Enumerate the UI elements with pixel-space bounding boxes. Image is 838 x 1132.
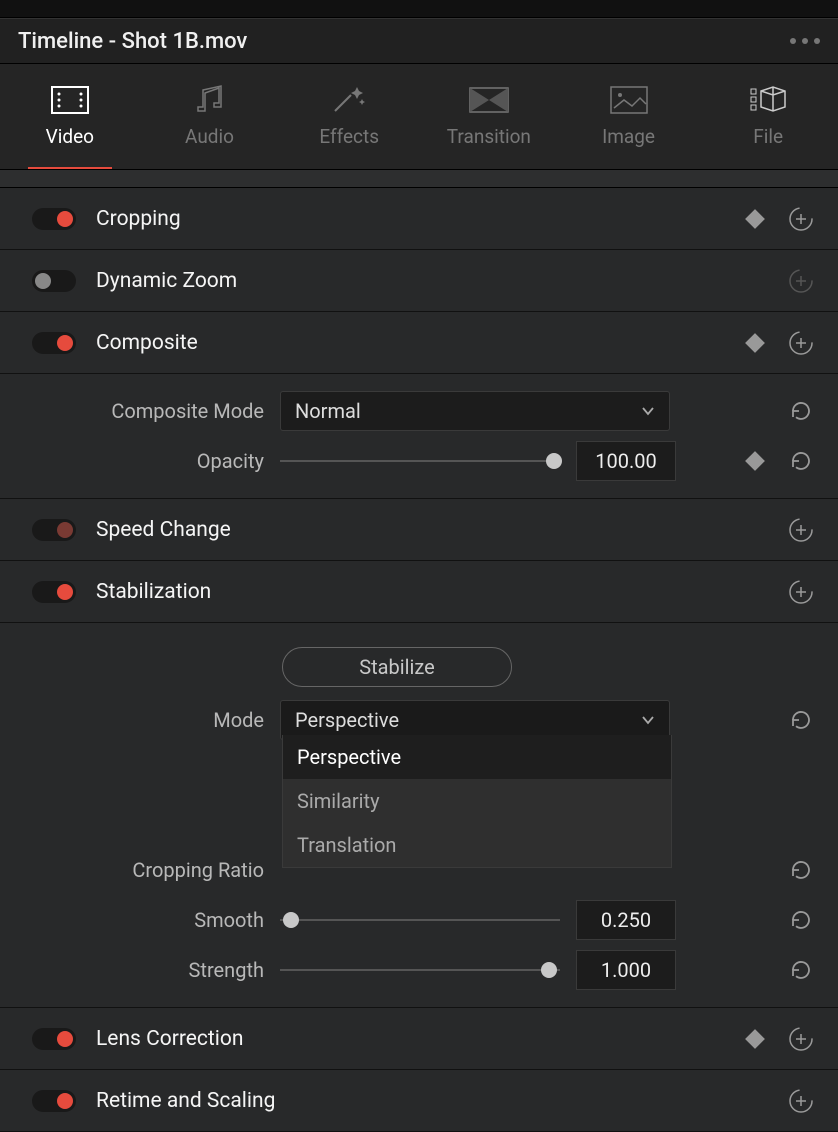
file-icon bbox=[748, 85, 788, 115]
reset-icon[interactable] bbox=[788, 857, 814, 883]
inspector-tabs: Video Audio Effects Transition Image Fil… bbox=[0, 64, 838, 170]
reset-icon[interactable] bbox=[788, 707, 814, 733]
keyframe-icon[interactable] bbox=[745, 209, 765, 229]
tab-label: Transition bbox=[447, 125, 531, 148]
reset-icon[interactable] bbox=[788, 330, 814, 356]
stabilization-mode-dropdown[interactable]: Perspective bbox=[280, 700, 670, 740]
opacity-slider[interactable] bbox=[280, 451, 560, 471]
mode-option-similarity[interactable]: Similarity bbox=[283, 779, 671, 823]
section-title: Cropping bbox=[96, 207, 820, 231]
keyframe-icon[interactable] bbox=[745, 333, 765, 353]
section-cropping-header[interactable]: Cropping bbox=[0, 188, 838, 250]
reset-icon[interactable] bbox=[788, 907, 814, 933]
cropping-ratio-label: Cropping Ratio bbox=[0, 858, 264, 882]
image-icon bbox=[609, 85, 649, 115]
composite-mode-dropdown[interactable]: Normal bbox=[280, 391, 670, 431]
reset-icon[interactable] bbox=[788, 206, 814, 232]
menu-dots-icon[interactable] bbox=[790, 38, 820, 44]
strength-slider[interactable] bbox=[280, 960, 560, 980]
toggle-speed-change[interactable] bbox=[32, 519, 76, 541]
section-title: Composite bbox=[96, 331, 820, 355]
stabilization-mode-label: Mode bbox=[0, 708, 264, 732]
reset-icon[interactable] bbox=[788, 268, 814, 294]
smooth-label: Smooth bbox=[0, 908, 264, 932]
keyframe-icon[interactable] bbox=[745, 451, 765, 471]
dropdown-value: Normal bbox=[295, 399, 361, 423]
video-icon bbox=[50, 85, 90, 115]
tab-label: Effects bbox=[319, 125, 379, 148]
tab-image[interactable]: Image bbox=[559, 64, 699, 169]
tab-effects[interactable]: Effects bbox=[279, 64, 419, 169]
stabilize-button[interactable]: Stabilize bbox=[282, 647, 512, 687]
toggle-dynamic-zoom[interactable] bbox=[32, 270, 76, 292]
chevron-down-icon bbox=[641, 406, 655, 416]
chevron-down-icon bbox=[641, 715, 655, 725]
reset-icon[interactable] bbox=[788, 448, 814, 474]
composite-mode-label: Composite Mode bbox=[0, 399, 264, 423]
opacity-value[interactable]: 100.00 bbox=[576, 441, 676, 481]
window-title: Timeline - Shot 1B.mov bbox=[18, 29, 247, 54]
stabilization-mode-menu: Perspective Similarity Translation bbox=[282, 735, 672, 868]
smooth-value[interactable]: 0.250 bbox=[576, 900, 676, 940]
toggle-stabilization[interactable] bbox=[32, 581, 76, 603]
section-title: Dynamic Zoom bbox=[96, 269, 820, 293]
strength-label: Strength bbox=[0, 958, 264, 982]
effects-icon bbox=[329, 85, 369, 115]
tab-file[interactable]: File bbox=[698, 64, 838, 169]
dropdown-value: Perspective bbox=[295, 708, 399, 732]
section-lens-correction-header[interactable]: Lens Correction bbox=[0, 1008, 838, 1070]
tab-video[interactable]: Video bbox=[0, 64, 140, 169]
reset-icon[interactable] bbox=[788, 579, 814, 605]
tab-audio[interactable]: Audio bbox=[140, 64, 280, 169]
tab-label: File bbox=[753, 125, 783, 148]
reset-icon[interactable] bbox=[788, 957, 814, 983]
toggle-cropping[interactable] bbox=[32, 208, 76, 230]
section-speed-change-header[interactable]: Speed Change bbox=[0, 499, 838, 561]
transition-icon bbox=[469, 85, 509, 115]
tab-label: Audio bbox=[185, 125, 234, 148]
tab-label: Image bbox=[602, 125, 655, 148]
keyframe-icon[interactable] bbox=[745, 1029, 765, 1049]
reset-icon[interactable] bbox=[788, 517, 814, 543]
reset-icon[interactable] bbox=[788, 1026, 814, 1052]
section-title: Retime and Scaling bbox=[96, 1089, 820, 1113]
tab-transition[interactable]: Transition bbox=[419, 64, 559, 169]
tab-label: Video bbox=[46, 125, 94, 148]
toggle-lens-correction[interactable] bbox=[32, 1028, 76, 1050]
audio-icon bbox=[190, 85, 230, 115]
mode-option-perspective[interactable]: Perspective bbox=[283, 735, 671, 779]
section-retime-scaling-header[interactable]: Retime and Scaling bbox=[0, 1070, 838, 1132]
strength-value[interactable]: 1.000 bbox=[576, 950, 676, 990]
section-title: Speed Change bbox=[96, 518, 820, 542]
reset-icon[interactable] bbox=[788, 398, 814, 424]
titlebar: Timeline - Shot 1B.mov bbox=[0, 18, 838, 64]
toggle-composite[interactable] bbox=[32, 332, 76, 354]
toggle-retime-scaling[interactable] bbox=[32, 1090, 76, 1112]
smooth-slider[interactable] bbox=[280, 910, 560, 930]
section-dynamic-zoom-header[interactable]: Dynamic Zoom bbox=[0, 250, 838, 312]
section-stabilization-header[interactable]: Stabilization bbox=[0, 561, 838, 623]
section-title: Stabilization bbox=[96, 580, 820, 604]
section-composite-header[interactable]: Composite bbox=[0, 312, 838, 374]
section-title: Lens Correction bbox=[96, 1027, 820, 1051]
reset-icon[interactable] bbox=[788, 1088, 814, 1114]
opacity-label: Opacity bbox=[0, 449, 264, 473]
mode-option-translation[interactable]: Translation bbox=[283, 823, 671, 867]
